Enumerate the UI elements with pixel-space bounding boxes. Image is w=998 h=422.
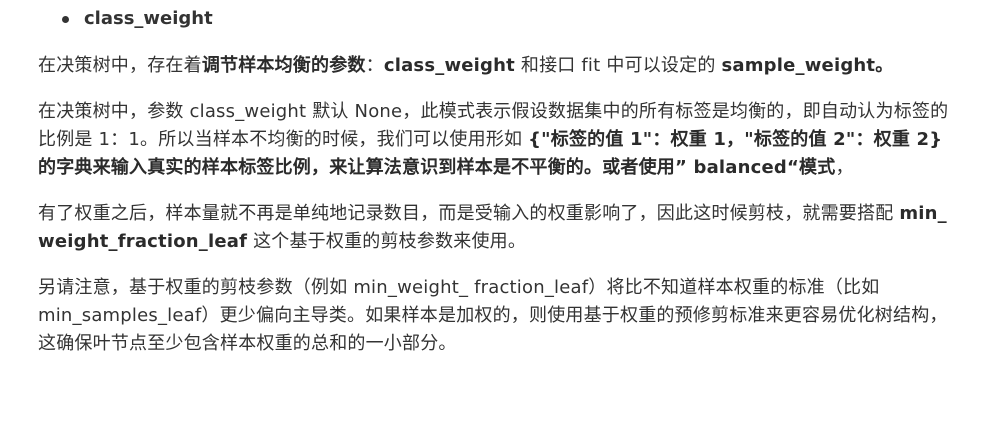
paragraph-weight-pruning-text-2: 这个基于权重的剪枝参数来使用。 xyxy=(247,231,527,252)
paragraph-class-weight-text-2: ， xyxy=(835,157,854,178)
paragraph-intro: 在决策树中，存在着调节样本均衡的参数：class_weight 和接口 fit … xyxy=(38,52,958,80)
paragraph-intro-bold-3: sample_weight。 xyxy=(721,55,894,76)
paragraph-intro-text-1: 在决策树中，存在着 xyxy=(38,55,202,76)
paragraph-weight-pruning-text-1: 有了权重之后，样本量就不再是单纯地记录数目，而是受输入的权重影响了，因此这时候剪… xyxy=(38,203,900,224)
paragraph-note: 另请注意，基于权重的剪枝参数（例如 min_weight_ fraction_l… xyxy=(38,274,958,358)
paragraph-weight-pruning: 有了权重之后，样本量就不再是单纯地记录数目，而是受输入的权重影响了，因此这时候剪… xyxy=(38,200,958,256)
paragraph-intro-bold-2: class_weight xyxy=(383,55,515,76)
document-page: class_weight 在决策树中，存在着调节样本均衡的参数：class_we… xyxy=(0,0,998,422)
paragraph-intro-bold-1: 调节样本均衡的参数 xyxy=(201,55,366,76)
bullet-dot-icon xyxy=(62,16,69,23)
bullet-label: class_weight xyxy=(84,8,213,29)
paragraph-intro-text-2: ： xyxy=(365,55,384,76)
paragraph-note-text-1: 另请注意，基于权重的剪枝参数（例如 min_weight_ fraction_l… xyxy=(38,277,948,354)
paragraph-class-weight: 在决策树中，参数 class_weight 默认 None，此模式表示假设数据集… xyxy=(38,98,958,182)
bullet-list: class_weight xyxy=(38,0,958,36)
paragraph-intro-text-3: 和接口 fit 中可以设定的 xyxy=(514,55,722,76)
bullet-item-class-weight: class_weight xyxy=(38,0,958,36)
